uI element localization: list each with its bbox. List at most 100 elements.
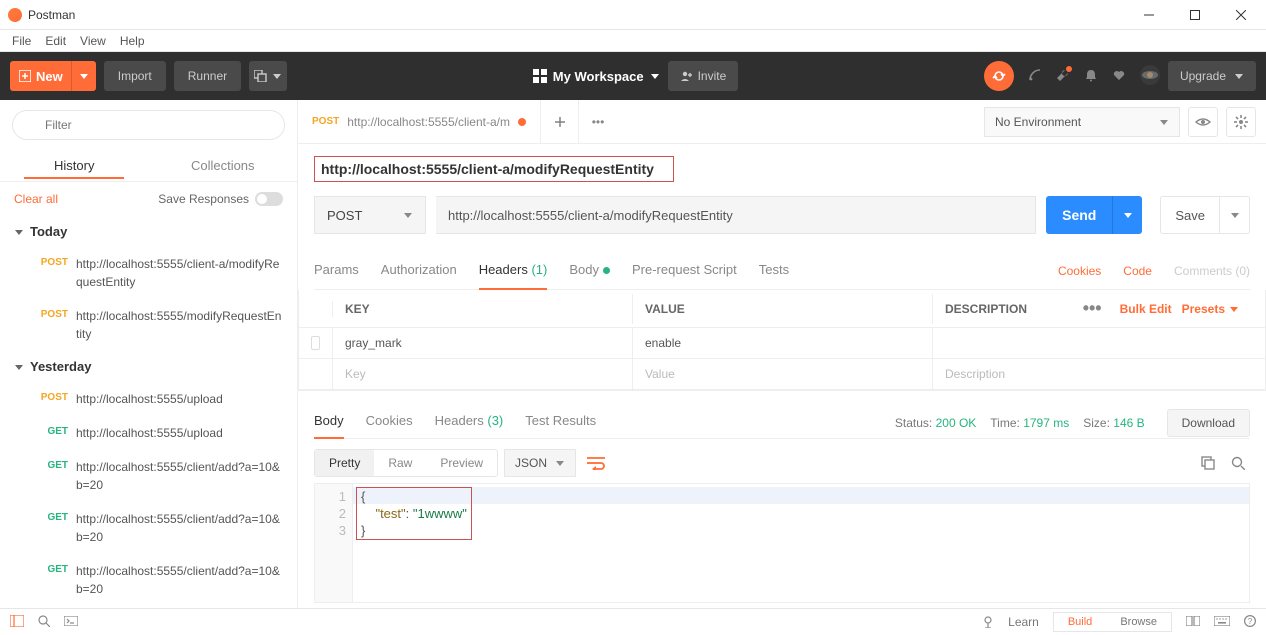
- sidebar-toggle-icon[interactable]: [10, 615, 24, 630]
- view-mode-group: Pretty Raw Preview: [314, 449, 498, 477]
- env-quicklook-button[interactable]: [1188, 107, 1218, 137]
- two-pane-icon[interactable]: [1186, 615, 1200, 629]
- menu-edit[interactable]: Edit: [39, 32, 72, 50]
- tab-tests[interactable]: Tests: [759, 252, 789, 289]
- tab-history[interactable]: History: [0, 150, 149, 181]
- browse-mode[interactable]: Browse: [1106, 616, 1171, 628]
- resp-tab-body[interactable]: Body: [314, 407, 344, 438]
- header-val-placeholder[interactable]: Value: [633, 359, 933, 389]
- history-item[interactable]: GEThttp://localhost:5555/client/add?a=10…: [0, 502, 297, 554]
- chevron-down-icon: [14, 227, 24, 237]
- menu-file[interactable]: File: [6, 32, 37, 50]
- env-settings-button[interactable]: [1226, 107, 1256, 137]
- build-mode[interactable]: Build: [1054, 616, 1106, 628]
- request-name[interactable]: http://localhost:5555/client-a/modifyReq…: [314, 156, 674, 182]
- header-key-placeholder[interactable]: Key: [333, 359, 633, 389]
- header-val-cell[interactable]: enable: [633, 328, 933, 358]
- heart-icon[interactable]: [1112, 68, 1126, 85]
- header-row-empty[interactable]: Key Value Description: [299, 359, 1265, 390]
- view-preview[interactable]: Preview: [426, 450, 497, 476]
- filter-input[interactable]: [12, 110, 285, 140]
- build-browse-toggle[interactable]: Build Browse: [1053, 612, 1172, 632]
- comments-link[interactable]: Comments (0): [1174, 264, 1250, 278]
- header-row[interactable]: gray_mark enable: [299, 328, 1265, 359]
- satellite-icon[interactable]: [1028, 68, 1042, 85]
- url-input[interactable]: [436, 196, 1036, 234]
- headers-more-button[interactable]: •••: [1075, 298, 1110, 319]
- tab-params[interactable]: Params: [314, 252, 359, 289]
- new-button-caret[interactable]: [72, 61, 96, 91]
- send-button[interactable]: Send: [1046, 196, 1142, 234]
- tab-collections[interactable]: Collections: [149, 150, 298, 181]
- keyboard-shortcuts-icon[interactable]: [1214, 615, 1230, 629]
- tab-authorization[interactable]: Authorization: [381, 252, 457, 289]
- method-select[interactable]: POST: [314, 196, 426, 234]
- history-item[interactable]: GEThttp://localhost:5555/upload: [0, 416, 297, 450]
- resp-tab-tests[interactable]: Test Results: [525, 407, 596, 438]
- send-caret[interactable]: [1112, 196, 1142, 234]
- tab-body[interactable]: Body: [569, 252, 610, 289]
- wrap-lines-icon[interactable]: [582, 449, 610, 477]
- menu-help[interactable]: Help: [114, 32, 151, 50]
- copy-response-icon[interactable]: [1196, 451, 1220, 475]
- resp-tab-cookies[interactable]: Cookies: [366, 407, 413, 438]
- resp-tab-headers[interactable]: Headers (3): [435, 407, 504, 438]
- history-item[interactable]: POSThttp://localhost:5555/modifyRequestE…: [0, 299, 297, 351]
- header-desc-placeholder[interactable]: Description: [933, 359, 1265, 389]
- chevron-down-icon: [403, 210, 413, 220]
- tab-headers[interactable]: Headers (1): [479, 252, 548, 289]
- chevron-down-icon: [14, 362, 24, 372]
- sidebar: History Collections Clear all Save Respo…: [0, 100, 298, 608]
- presets-link[interactable]: Presets: [1182, 302, 1239, 316]
- save-button[interactable]: Save: [1160, 196, 1250, 234]
- invite-button[interactable]: Invite: [668, 61, 739, 91]
- clear-all-link[interactable]: Clear all: [14, 192, 58, 206]
- console-icon[interactable]: [64, 615, 78, 629]
- wrench-icon[interactable]: [1056, 68, 1070, 85]
- help-icon[interactable]: ?: [1244, 615, 1256, 630]
- history-item[interactable]: POSThttp://localhost:5555/upload: [0, 382, 297, 416]
- menu-view[interactable]: View: [74, 32, 112, 50]
- add-tab-button[interactable]: [541, 100, 579, 144]
- header-desc-cell[interactable]: [933, 328, 1265, 358]
- view-pretty[interactable]: Pretty: [315, 450, 374, 476]
- workspace-selector[interactable]: My Workspace: [533, 69, 660, 84]
- sync-icon[interactable]: [984, 61, 1014, 91]
- tab-options-button[interactable]: •••: [579, 100, 617, 144]
- history-item[interactable]: GEThttp://localhost:5555/client/add?a=10…: [0, 554, 297, 606]
- code-link[interactable]: Code: [1123, 264, 1152, 278]
- cookies-link[interactable]: Cookies: [1058, 264, 1101, 278]
- window-close[interactable]: [1218, 0, 1264, 30]
- save-caret[interactable]: [1219, 197, 1249, 233]
- find-icon[interactable]: [38, 615, 50, 630]
- window-minimize[interactable]: [1126, 0, 1172, 30]
- new-button[interactable]: New: [10, 61, 96, 91]
- environment-select[interactable]: No Environment: [984, 107, 1180, 137]
- history-list: Today POSThttp://localhost:5555/client-a…: [0, 216, 297, 608]
- import-button[interactable]: Import: [104, 61, 166, 91]
- bell-icon[interactable]: [1084, 68, 1098, 85]
- search-response-icon[interactable]: [1226, 451, 1250, 475]
- history-item[interactable]: GEThttp://localhost:5555/client/add?a=10…: [0, 450, 297, 502]
- history-group-yesterday[interactable]: Yesterday: [0, 351, 297, 382]
- col-desc-header: DESCRIPTION: [945, 302, 1027, 316]
- response-body[interactable]: 123 { "test": "1wwww" }: [314, 483, 1250, 603]
- runner-button[interactable]: Runner: [174, 61, 241, 91]
- window-maximize[interactable]: [1172, 0, 1218, 30]
- bulk-edit-link[interactable]: Bulk Edit: [1120, 302, 1172, 316]
- header-key-cell[interactable]: gray_mark: [333, 328, 633, 358]
- tab-prerequest[interactable]: Pre-request Script: [632, 252, 737, 289]
- new-window-button[interactable]: [249, 61, 287, 91]
- view-raw[interactable]: Raw: [374, 450, 426, 476]
- upgrade-button[interactable]: Upgrade: [1168, 61, 1256, 91]
- download-button[interactable]: Download: [1167, 409, 1250, 437]
- bootcamp-icon[interactable]: [982, 616, 994, 628]
- history-group-today[interactable]: Today: [0, 216, 297, 247]
- learn-link[interactable]: Learn: [1008, 615, 1039, 629]
- save-responses-toggle[interactable]: [255, 192, 283, 206]
- user-avatar-icon[interactable]: [1140, 65, 1160, 88]
- request-tab[interactable]: POST http://localhost:5555/client-a/m: [298, 100, 541, 143]
- history-item[interactable]: POSThttp://localhost:5555/client-a/modif…: [0, 247, 297, 299]
- row-checkbox[interactable]: [311, 336, 320, 350]
- format-select[interactable]: JSON: [504, 449, 576, 477]
